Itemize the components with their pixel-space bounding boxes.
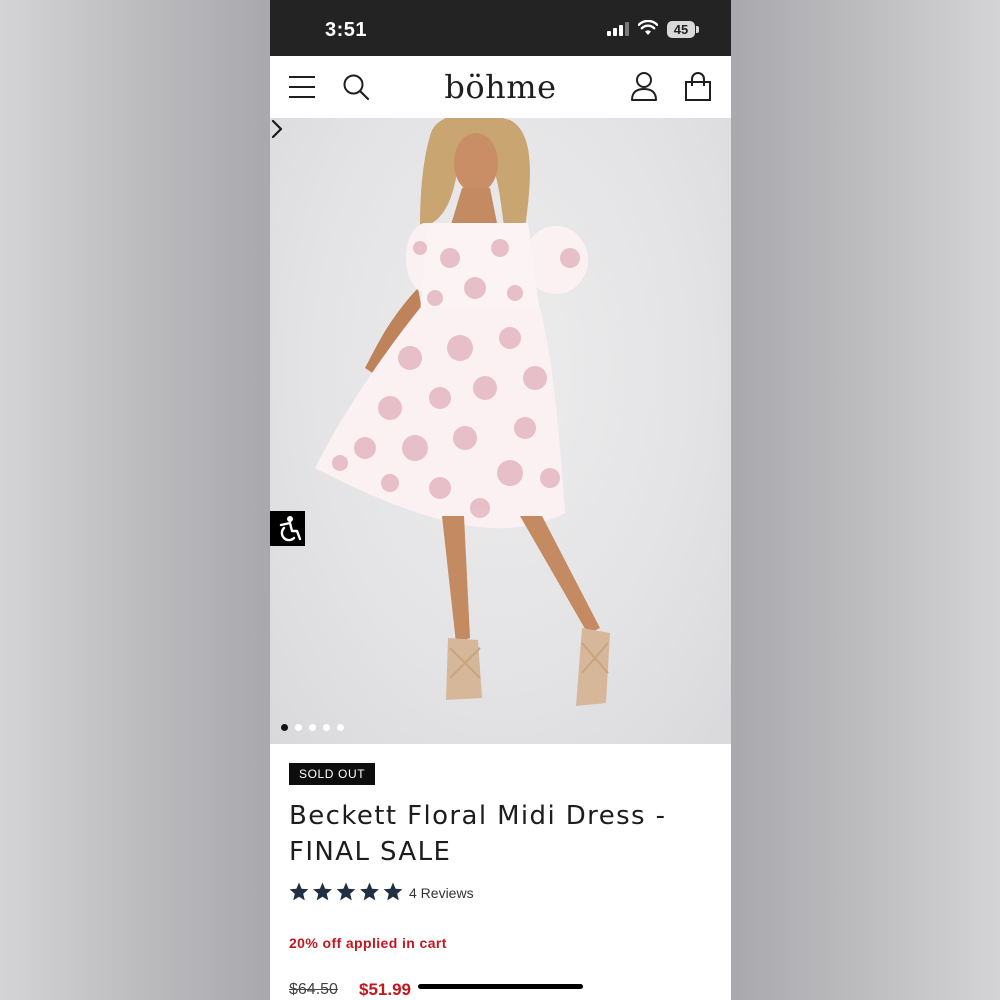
accessibility-icon (279, 516, 302, 542)
site-header: böhme (270, 56, 731, 119)
sold-out-badge: SOLD OUT (289, 763, 376, 785)
cart-icon[interactable] (684, 72, 712, 102)
product-title-line1: Beckett Floral Midi Dress - (289, 801, 667, 831)
carousel-dot[interactable] (281, 724, 288, 731)
product-image[interactable] (270, 118, 731, 744)
carousel-dot[interactable] (337, 724, 344, 731)
promo-text: 20% off applied in cart (289, 935, 447, 951)
star-icon (360, 882, 379, 901)
battery-level: 45 (667, 21, 695, 38)
brand-logo[interactable]: böhme (270, 68, 731, 106)
sale-price: $51.99 (359, 980, 411, 999)
carousel-dot[interactable] (309, 724, 316, 731)
phone-screen: 3:51 45 böhme SOLD OUT Beckett Floral Mi… (270, 0, 731, 1000)
star-icon (383, 882, 403, 901)
chevron-right-icon[interactable] (270, 118, 284, 140)
status-bar: 3:51 45 (270, 0, 731, 56)
product-photo (315, 118, 610, 706)
carousel-dot[interactable] (295, 724, 302, 731)
carousel-dot[interactable] (323, 724, 330, 731)
star-icon (289, 882, 309, 901)
product-title-line2: FINAL SALE (289, 837, 452, 867)
account-icon[interactable] (630, 71, 658, 101)
accessibility-button[interactable] (270, 511, 305, 546)
home-indicator[interactable] (418, 984, 583, 989)
star-icon (313, 882, 332, 901)
original-price: $64.50 (289, 981, 338, 998)
wifi-icon (638, 20, 658, 35)
battery-icon: 45 (667, 21, 699, 38)
star-rating (289, 882, 403, 901)
status-time: 3:51 (325, 19, 368, 41)
star-icon (336, 882, 356, 901)
product-title: Beckett Floral Midi Dress - FINAL SALE (289, 798, 709, 870)
review-count-link[interactable]: 4 Reviews (409, 885, 474, 901)
signal-icon (607, 22, 629, 36)
